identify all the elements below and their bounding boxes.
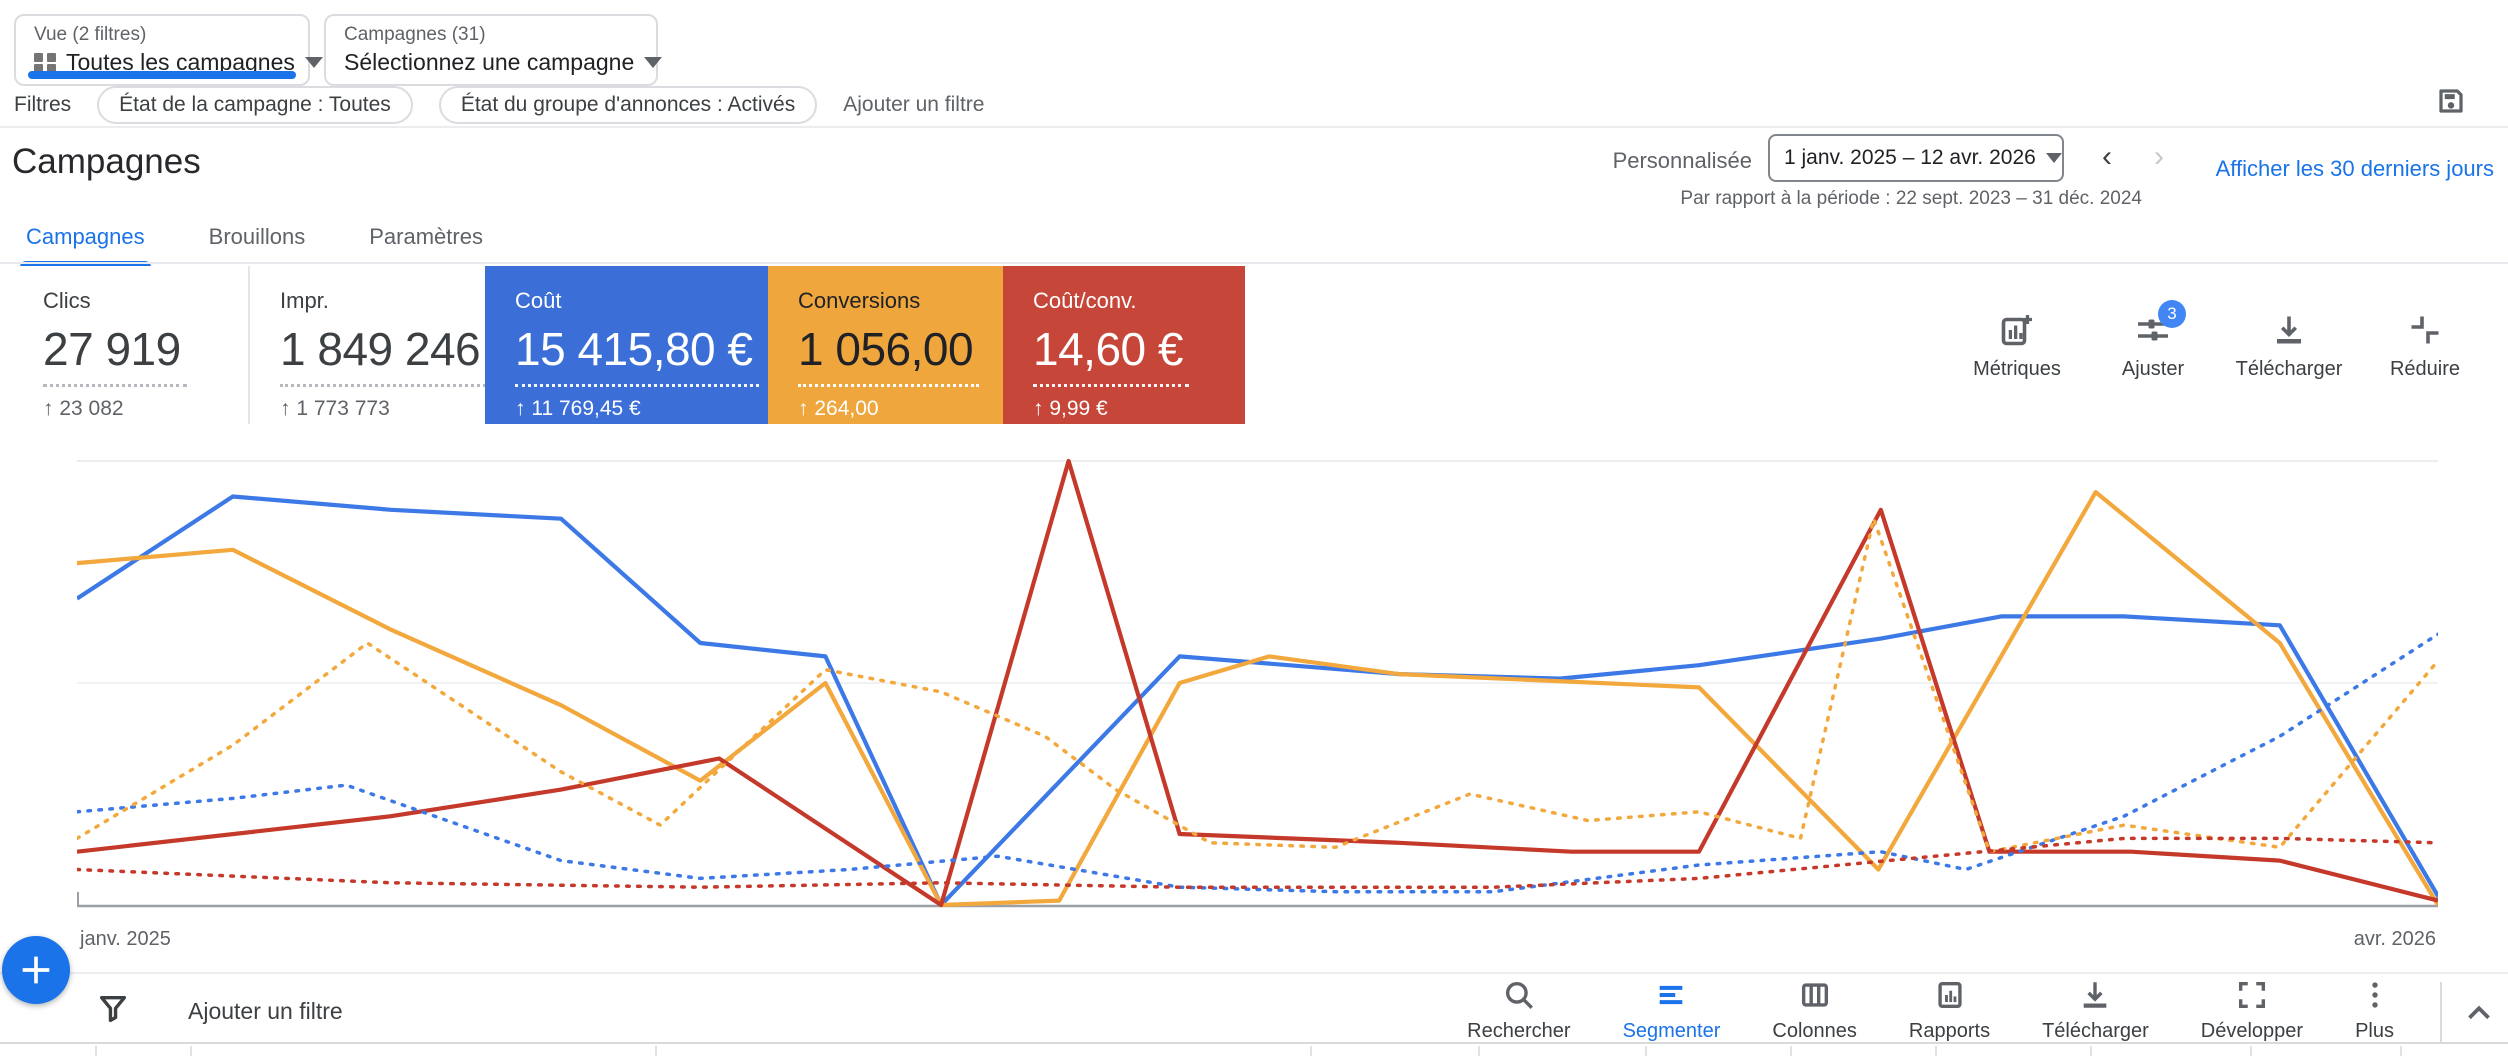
save-icon[interactable] (2436, 86, 2466, 116)
scorecard-delta: ↑ 1 773 773 (280, 397, 390, 420)
scorecard-label: Conversions (798, 288, 921, 313)
filter-pill-campaign-status[interactable]: État de la campagne : Toutes (97, 86, 413, 124)
date-mode-label: Personnalisée (1612, 148, 1752, 173)
download-label: Télécharger (2042, 1020, 2149, 1042)
table-column-divider (190, 1046, 192, 1056)
previous-period-button[interactable]: ‹ (2102, 140, 2112, 174)
scorecard-cout-conv[interactable]: Coût/conv. 14,60 € ↑ 9,99 € (1003, 266, 1245, 424)
campaign-selector-label: Campagnes (31) (344, 24, 486, 45)
chart-canvas (75, 458, 2440, 908)
table-column-divider (2400, 1046, 2402, 1056)
table-column-divider (1935, 1046, 1937, 1056)
more-tool[interactable]: Plus (2329, 978, 2420, 1043)
add-filter-link[interactable]: Ajouter un filtre (843, 93, 984, 117)
campaign-selector-value: Sélectionnez une campagne (344, 49, 635, 75)
table-header-sliver (0, 1042, 2508, 1056)
scorecard-delta: ↑ 11 769,45 € (515, 397, 641, 420)
segment-tool[interactable]: Segmenter (1597, 978, 1747, 1043)
scorecard-cout[interactable]: Coût 15 415,80 € ↑ 11 769,45 € (485, 266, 768, 424)
download-tool[interactable]: Télécharger (2016, 978, 2175, 1043)
download-label: Télécharger (2235, 358, 2343, 380)
scorecard-delta: ↑ 264,00 (798, 397, 879, 420)
table-column-divider (1310, 1046, 1312, 1056)
filter-bar: Filtres État de la campagne : Toutes Éta… (14, 86, 984, 124)
table-toolbar: Rechercher Segmenter Colonnes Rapports T… (1441, 978, 2420, 1043)
scorecard-value: 1 849 246 (280, 322, 487, 387)
table-column-divider (2090, 1046, 2092, 1056)
scorecard-label: Coût/conv. (1033, 288, 1137, 313)
table-column-divider (1478, 1046, 1480, 1056)
scorecard-impressions[interactable]: Impr. 1 849 246 ↑ 1 773 773 (248, 266, 487, 424)
scorecard-value: 1 056,00 (798, 322, 980, 387)
scorecard-label: Coût (515, 288, 562, 313)
campaign-selector[interactable]: Campagnes (31) Sélectionnez une campagne (324, 14, 663, 86)
chevron-down-icon (644, 57, 663, 68)
scorecard-strip: Clics 27 919 ↑ 23 082 Impr. 1 849 246 ↑ … (13, 266, 1245, 424)
table-column-divider (1790, 1046, 1792, 1056)
next-period-button[interactable]: › (2154, 140, 2164, 174)
segment-label: Segmenter (1622, 1020, 1721, 1042)
adjust-button[interactable]: 3 Ajuster (2094, 300, 2212, 381)
filter-funnel-icon[interactable] (96, 992, 130, 1026)
scorecard-conversions[interactable]: Conversions 1 056,00 ↑ 264,00 (768, 266, 1003, 424)
page-title: Campagnes (12, 142, 201, 181)
columns-tool[interactable]: Colonnes (1746, 978, 1883, 1043)
chevron-down-icon (304, 57, 323, 68)
reduce-label: Réduire (2389, 358, 2461, 380)
more-label: Plus (2355, 1020, 2394, 1042)
header-divider (0, 126, 2508, 128)
google-ads-campaigns-page: Vue (2 filtres) Toutes les campagnes Cam… (0, 0, 2508, 1056)
table-column-divider (95, 1046, 97, 1056)
show-last-30-days-link[interactable]: Afficher les 30 derniers jours (2216, 156, 2494, 182)
date-controls: Personnalisée 1 janv. 2025 – 12 avr. 202… (1594, 130, 2494, 210)
columns-label: Colonnes (1772, 1020, 1857, 1042)
filter-pill-adgroup-status[interactable]: État du groupe d'annonces : Activés (438, 86, 818, 124)
add-campaign-fab[interactable] (2, 936, 70, 1004)
table-column-divider (655, 1046, 657, 1056)
tabs-divider (0, 262, 2508, 264)
scorecard-delta: ↑ 9,99 € (1033, 397, 1108, 420)
x-axis-label-start: janv. 2025 (80, 928, 171, 950)
search-label: Rechercher (1467, 1020, 1571, 1042)
performance-chart[interactable] (75, 448, 2440, 918)
view-selector-active-indicator (28, 71, 296, 79)
scorecard-label: Impr. (280, 288, 329, 313)
plus-icon (22, 956, 50, 984)
scorecard-value: 14,60 € (1033, 322, 1189, 387)
scorecard-value: 27 919 (43, 322, 187, 387)
expand-label: Développer (2200, 1020, 2304, 1042)
search-tool[interactable]: Rechercher (1441, 978, 1596, 1043)
view-selector-label: Vue (2 filtres) (34, 24, 147, 45)
expand-tool[interactable]: Développer (2175, 978, 2329, 1043)
toolbar-divider (2440, 982, 2442, 1044)
metrics-label: Métriques (1973, 358, 2061, 380)
comparison-period-label: Par rapport à la période : 22 sept. 2023… (1680, 188, 2142, 209)
scorecard-clics[interactable]: Clics 27 919 ↑ 23 082 (13, 266, 248, 424)
scorecard-value: 15 415,80 € (515, 322, 759, 387)
adjust-badge: 3 (2158, 300, 2186, 328)
metrics-button[interactable]: Métriques (1958, 312, 2076, 381)
adjust-label: Ajuster (2121, 358, 2185, 380)
chart-bottom-divider (0, 972, 2508, 974)
date-range-picker[interactable]: 1 janv. 2025 – 12 avr. 2026 (1768, 134, 2064, 182)
table-add-filter[interactable]: Ajouter un filtre (188, 998, 343, 1025)
table-column-divider (1645, 1046, 1647, 1056)
scorecard-label: Clics (43, 288, 91, 313)
date-range-value: 1 janv. 2025 – 12 avr. 2026 (1784, 146, 2036, 169)
collapse-panel-button[interactable] (2460, 994, 2498, 1032)
chart-toolbar: Métriques 3 Ajuster Télécharger Réduire (1958, 300, 2484, 381)
view-selector[interactable]: Vue (2 filtres) Toutes les campagnes (14, 14, 323, 86)
download-chart-button[interactable]: Télécharger (2230, 312, 2348, 381)
filters-title: Filtres (14, 93, 72, 116)
reports-label: Rapports (1908, 1020, 1991, 1042)
reports-tool[interactable]: Rapports (1883, 978, 2016, 1043)
scorecard-delta: ↑ 23 082 (43, 397, 124, 420)
table-column-divider (2250, 1046, 2252, 1056)
collapse-chart-button[interactable]: Réduire (2366, 312, 2484, 381)
chart-line-conversions-previous (75, 516, 2440, 854)
x-axis-label-end: avr. 2026 (2353, 928, 2436, 950)
chevron-down-icon (2045, 153, 2062, 163)
